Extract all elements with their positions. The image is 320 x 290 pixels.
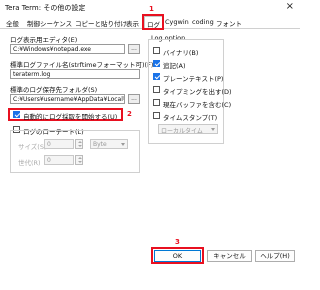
tab-control-sequence[interactable]: 制御シーケンス xyxy=(27,18,72,29)
size-spinner[interactable] xyxy=(75,139,83,149)
binary-checkbox[interactable] xyxy=(153,47,160,54)
tab-display[interactable]: 表示 xyxy=(126,18,139,29)
tab-font[interactable]: フォント xyxy=(216,18,242,29)
generation-field[interactable]: 0 xyxy=(44,155,74,165)
tab-coding[interactable]: coding xyxy=(192,18,214,29)
tab-copy-paste[interactable]: コピーと貼り付け xyxy=(75,18,127,29)
show-dialog-label: タイプミングを出す(D) xyxy=(163,88,232,96)
size-label: サイズ(S) xyxy=(18,143,47,151)
annotation-marker-3: 3 xyxy=(175,238,180,246)
tab-general[interactable]: 全般 xyxy=(6,18,19,29)
chevron-down-icon xyxy=(211,128,215,131)
binary-label: バイナリ(B) xyxy=(163,49,199,57)
annotation-marker-1: 1 xyxy=(149,5,154,13)
tab-cygwin[interactable]: Cygwin xyxy=(165,18,189,29)
append-label: 追記(A) xyxy=(163,62,186,70)
generation-label: 世代(R) xyxy=(18,159,41,167)
folder-label: 標準のログ保存先フォルダ(S) xyxy=(10,86,98,94)
window-title: Tera Term: その他の設定 xyxy=(5,4,86,12)
editor-label: ログ表示用エディタ(E) xyxy=(10,36,78,44)
folder-browse-button[interactable]: ... xyxy=(128,94,140,104)
help-button[interactable]: ヘルプ(H) xyxy=(255,250,295,262)
show-dialog-checkbox[interactable] xyxy=(153,86,160,93)
editor-browse-button[interactable]: ... xyxy=(128,44,140,54)
timestamp-label: タイムスタンプ(T) xyxy=(163,114,218,122)
plain-text-checkbox[interactable] xyxy=(153,73,160,80)
size-field[interactable]: 0 xyxy=(44,139,74,149)
filename-label: 標準ログファイル名(strftimeフォーマット可)(F) xyxy=(10,61,154,69)
include-buffer-label: 現在バッファを含む(C) xyxy=(163,101,232,109)
ok-button[interactable]: OK xyxy=(154,250,201,262)
editor-path-field[interactable]: C:¥Windows¥notepad.exe xyxy=(10,44,125,54)
include-buffer-checkbox[interactable] xyxy=(153,99,160,106)
auto-log-checkbox[interactable] xyxy=(13,111,20,118)
timestamp-checkbox[interactable] xyxy=(153,112,160,119)
auto-log-label: 自動的にログ採取を開始する(U) xyxy=(23,113,118,121)
plain-text-label: プレーンテキスト(P) xyxy=(163,75,224,83)
folder-path-field[interactable]: C:¥Users¥username¥AppData¥Local¥ter xyxy=(10,94,125,104)
highlight-log-tab xyxy=(142,14,164,30)
annotation-marker-2: 2 xyxy=(127,110,132,118)
timestamp-format-select[interactable]: ローカルタイム xyxy=(158,124,218,134)
filename-field[interactable]: teraterm.log xyxy=(10,69,140,79)
close-icon[interactable]: × xyxy=(286,1,294,12)
chevron-down-icon xyxy=(121,143,125,146)
append-checkbox[interactable] xyxy=(153,60,160,67)
generation-spinner[interactable] xyxy=(75,155,83,165)
cancel-button[interactable]: キャンセル xyxy=(207,250,252,262)
